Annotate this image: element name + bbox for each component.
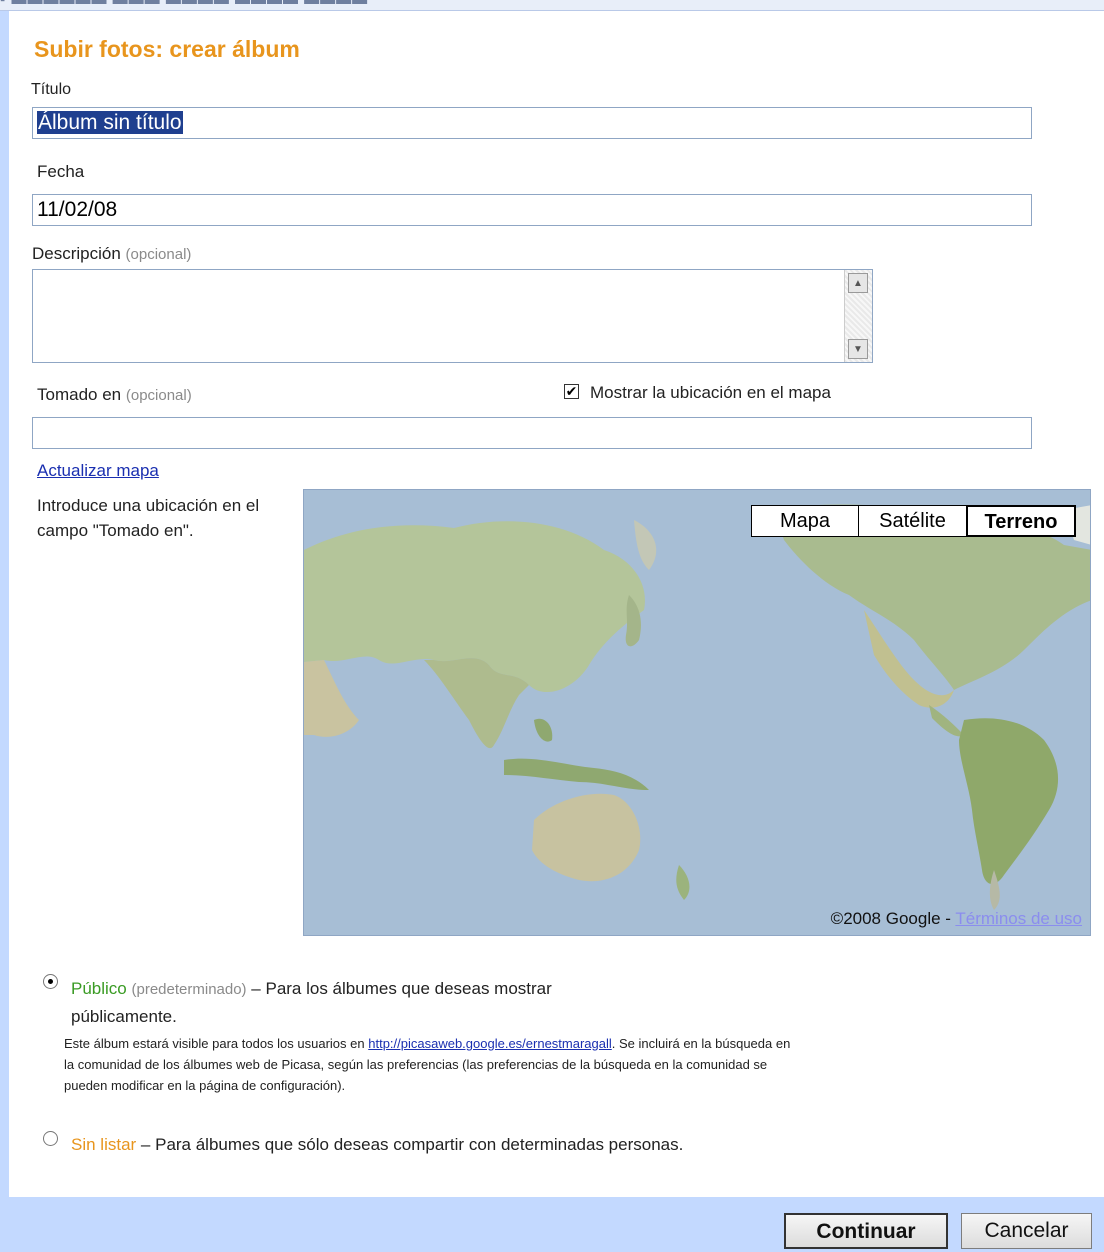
taken-input[interactable] bbox=[32, 417, 1032, 449]
show-location-checkbox[interactable]: ✔ bbox=[564, 384, 579, 399]
description-scrollbar[interactable]: ▲ ▼ bbox=[844, 270, 872, 362]
map-terms-link[interactable]: Términos de uso bbox=[955, 909, 1082, 928]
title-input-value: Álbum sin título bbox=[37, 111, 183, 134]
date-input-value: 11/02/08 bbox=[37, 198, 118, 221]
public-info: Este álbum estará visible para todos los… bbox=[64, 1036, 791, 1093]
description-label-text: Descripción bbox=[32, 244, 121, 263]
taken-optional: (opcional) bbox=[125, 387, 192, 404]
date-input[interactable]: 11/02/08 bbox=[32, 194, 1032, 226]
background-page-strip: ▪ ▬▬▬▬▬▬ ▬▬▬ ▬▬▬▬ ▬▬▬▬ ▬▬▬▬ bbox=[0, 0, 1104, 11]
unlisted-option-text: Sin listar – Para álbumes que sólo desea… bbox=[71, 1131, 691, 1158]
continue-button[interactable]: Continuar bbox=[784, 1213, 948, 1249]
map-type-satelite-label: Satélite bbox=[879, 510, 946, 532]
unlisted-desc: – Para álbumes que sólo deseas compartir… bbox=[140, 1135, 684, 1154]
dialog-title: Subir fotos: crear álbum bbox=[34, 36, 300, 62]
map-type-mapa[interactable]: Mapa bbox=[751, 505, 859, 537]
unlisted-label: Sin listar bbox=[71, 1135, 137, 1154]
map-copyright-text: ©2008 Google - bbox=[830, 909, 951, 928]
title-label: Título bbox=[31, 81, 72, 98]
unlisted-radio[interactable] bbox=[43, 1131, 58, 1146]
public-radio[interactable] bbox=[43, 974, 58, 989]
map-copyright: ©2008 Google - Términos de uso bbox=[831, 909, 1082, 929]
title-input[interactable]: Álbum sin título bbox=[32, 107, 1032, 139]
description-label: Descripción (opcional) bbox=[32, 244, 191, 264]
cancel-button[interactable]: Cancelar bbox=[961, 1213, 1092, 1249]
public-option-text: Público (predeterminado) – Para los álbu… bbox=[71, 975, 651, 1030]
map-type-terreno-label: Terreno bbox=[984, 511, 1058, 533]
taken-label: Tomado en (opcional) bbox=[37, 385, 192, 405]
description-optional: (opcional) bbox=[125, 246, 192, 263]
scroll-up-icon[interactable]: ▲ bbox=[848, 273, 868, 293]
map-type-mapa-label: Mapa bbox=[779, 510, 831, 532]
map-view[interactable]: Mapa Satélite Terreno ©2008 Google - Tér… bbox=[303, 489, 1091, 936]
date-label: Fecha bbox=[37, 162, 85, 181]
public-url-link[interactable]: http://picasaweb.google.es/ernestmaragal… bbox=[368, 1036, 612, 1051]
public-label: Público bbox=[71, 979, 127, 998]
map-type-terreno[interactable]: Terreno bbox=[966, 505, 1076, 537]
scroll-down-icon[interactable]: ▼ bbox=[848, 339, 868, 359]
world-terrain-map bbox=[304, 490, 1090, 935]
taken-label-text: Tomado en bbox=[37, 385, 122, 404]
public-info-1: Este álbum estará visible para todos los… bbox=[64, 1036, 365, 1051]
map-type-satelite[interactable]: Satélite bbox=[858, 505, 967, 537]
description-textarea[interactable]: ▲ ▼ bbox=[32, 269, 873, 363]
update-map-link[interactable]: Actualizar mapa bbox=[37, 461, 159, 481]
create-album-dialog: Subir fotos: crear álbum Título Álbum si… bbox=[9, 11, 1104, 1197]
show-location-label: Mostrar la ubicación en el mapa bbox=[590, 383, 831, 402]
public-default: (predeterminado) bbox=[131, 981, 247, 998]
map-hint: Introduce una ubicación en el campo "Tom… bbox=[37, 496, 260, 540]
